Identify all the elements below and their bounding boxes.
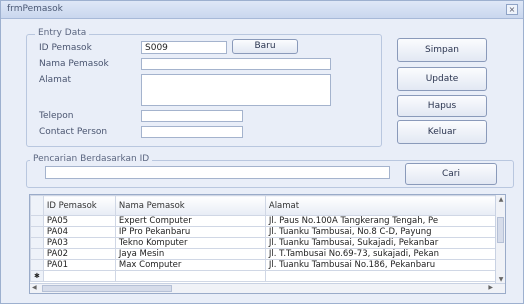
id-pemasok-label: ID Pemasok: [39, 43, 92, 53]
cell-nama[interactable]: Jaya Mesin: [114, 248, 266, 260]
table-row[interactable]: PA02 Jaya Mesin Jl. T.Tambusai No.69-73,…: [30, 248, 497, 260]
row-selector-header: [30, 195, 44, 216]
row-selector[interactable]: [30, 237, 44, 249]
supplier-form-window: frmPemasok × Entry Data ID Pemasok S009 …: [0, 0, 524, 304]
nama-pemasok-label: Nama Pemasok: [39, 59, 109, 69]
vertical-scrollbar[interactable]: ▲ ▼: [495, 195, 505, 285]
cell-nama[interactable]: Tekno Komputer: [114, 237, 266, 249]
window-title: frmPemasok: [7, 4, 63, 14]
table-header-row: ID Pemasok Nama Pemasok Alamat: [30, 195, 497, 216]
row-selector[interactable]: [30, 248, 44, 260]
contact-person-label: Contact Person: [39, 127, 108, 137]
supplier-data-grid[interactable]: ID Pemasok Nama Pemasok Alamat PA05 Expe…: [29, 194, 506, 294]
scroll-right-icon[interactable]: ▶: [488, 284, 493, 291]
horizontal-scroll-thumb[interactable]: [42, 285, 172, 292]
keluar-button[interactable]: Keluar: [397, 120, 487, 144]
id-pemasok-input[interactable]: S009: [141, 41, 227, 54]
cell-id[interactable]: PA02: [42, 248, 116, 260]
hapus-button[interactable]: Hapus: [397, 95, 487, 117]
baru-button[interactable]: Baru: [232, 39, 298, 54]
table-row[interactable]: PA05 Expert Computer Jl. Paus No.100A Ta…: [30, 215, 497, 227]
new-row-marker-icon: ✱: [30, 270, 44, 282]
row-selector[interactable]: [30, 226, 44, 238]
cell-nama[interactable]: Max Computer: [114, 259, 266, 271]
cell-alamat[interactable]: Jl. T.Tambusai No.69-73, sukajadi, Pekan: [264, 248, 497, 260]
table-row[interactable]: PA01 Max Computer Jl. Tuanku Tambusai No…: [30, 259, 497, 271]
cell-id[interactable]: PA01: [42, 259, 116, 271]
contact-person-input[interactable]: [141, 126, 243, 138]
scroll-up-icon[interactable]: ▲: [497, 196, 505, 204]
column-header-nama[interactable]: Nama Pemasok: [114, 195, 266, 216]
row-selector[interactable]: [30, 215, 44, 227]
column-header-alamat[interactable]: Alamat: [264, 195, 497, 216]
row-selector[interactable]: [30, 259, 44, 271]
table-row[interactable]: PA04 IP Pro Pekanbaru Jl. Tuanku Tambusa…: [30, 226, 497, 238]
alamat-textarea[interactable]: [141, 74, 331, 106]
alamat-label: Alamat: [39, 75, 71, 85]
update-button[interactable]: Update: [397, 67, 487, 91]
new-row[interactable]: ✱: [30, 270, 497, 282]
table-row[interactable]: PA03 Tekno Komputer Jl. Tuanku Tambusai,…: [30, 237, 497, 249]
column-header-id[interactable]: ID Pemasok: [42, 195, 116, 216]
cell-alamat[interactable]: Jl. Tuanku Tambusai, No.8 C-D, Payung: [264, 226, 497, 238]
new-cell-alamat[interactable]: [264, 270, 497, 282]
search-legend: Pencarian Berdasarkan ID: [30, 154, 153, 164]
search-group: Pencarian Berdasarkan ID Cari: [26, 154, 514, 188]
search-id-input[interactable]: [45, 166, 390, 179]
cell-alamat[interactable]: Jl. Tuanku Tambusai No.186, Pekanbaru: [264, 259, 497, 271]
title-bar: frmPemasok ×: [1, 1, 523, 19]
cell-id[interactable]: PA05: [42, 215, 116, 227]
entry-data-group: Entry Data ID Pemasok S009 Baru Nama Pem…: [26, 28, 382, 147]
cell-alamat[interactable]: Jl. Tuanku Tambusai, Sukajadi, Pekanbar: [264, 237, 497, 249]
cell-nama[interactable]: IP Pro Pekanbaru: [114, 226, 266, 238]
nama-pemasok-input[interactable]: [141, 58, 331, 70]
cell-id[interactable]: PA04: [42, 226, 116, 238]
cari-button[interactable]: Cari: [405, 163, 497, 185]
entry-data-legend: Entry Data: [35, 28, 90, 38]
new-cell-nama[interactable]: [114, 270, 266, 282]
supplier-table: ID Pemasok Nama Pemasok Alamat PA05 Expe…: [30, 195, 497, 282]
cell-alamat[interactable]: Jl. Paus No.100A Tangkerang Tengah, Pe: [264, 215, 497, 227]
vertical-scroll-thumb[interactable]: [497, 217, 504, 243]
telepon-input[interactable]: [141, 110, 243, 122]
telepon-label: Telepon: [39, 111, 74, 121]
close-icon[interactable]: ×: [506, 4, 518, 15]
new-cell-id[interactable]: [42, 270, 116, 282]
cell-id[interactable]: PA03: [42, 237, 116, 249]
cell-nama[interactable]: Expert Computer: [114, 215, 266, 227]
horizontal-scrollbar[interactable]: ◀ ▶: [30, 283, 505, 293]
simpan-button[interactable]: Simpan: [397, 38, 487, 62]
scroll-left-icon[interactable]: ◀: [32, 284, 37, 291]
